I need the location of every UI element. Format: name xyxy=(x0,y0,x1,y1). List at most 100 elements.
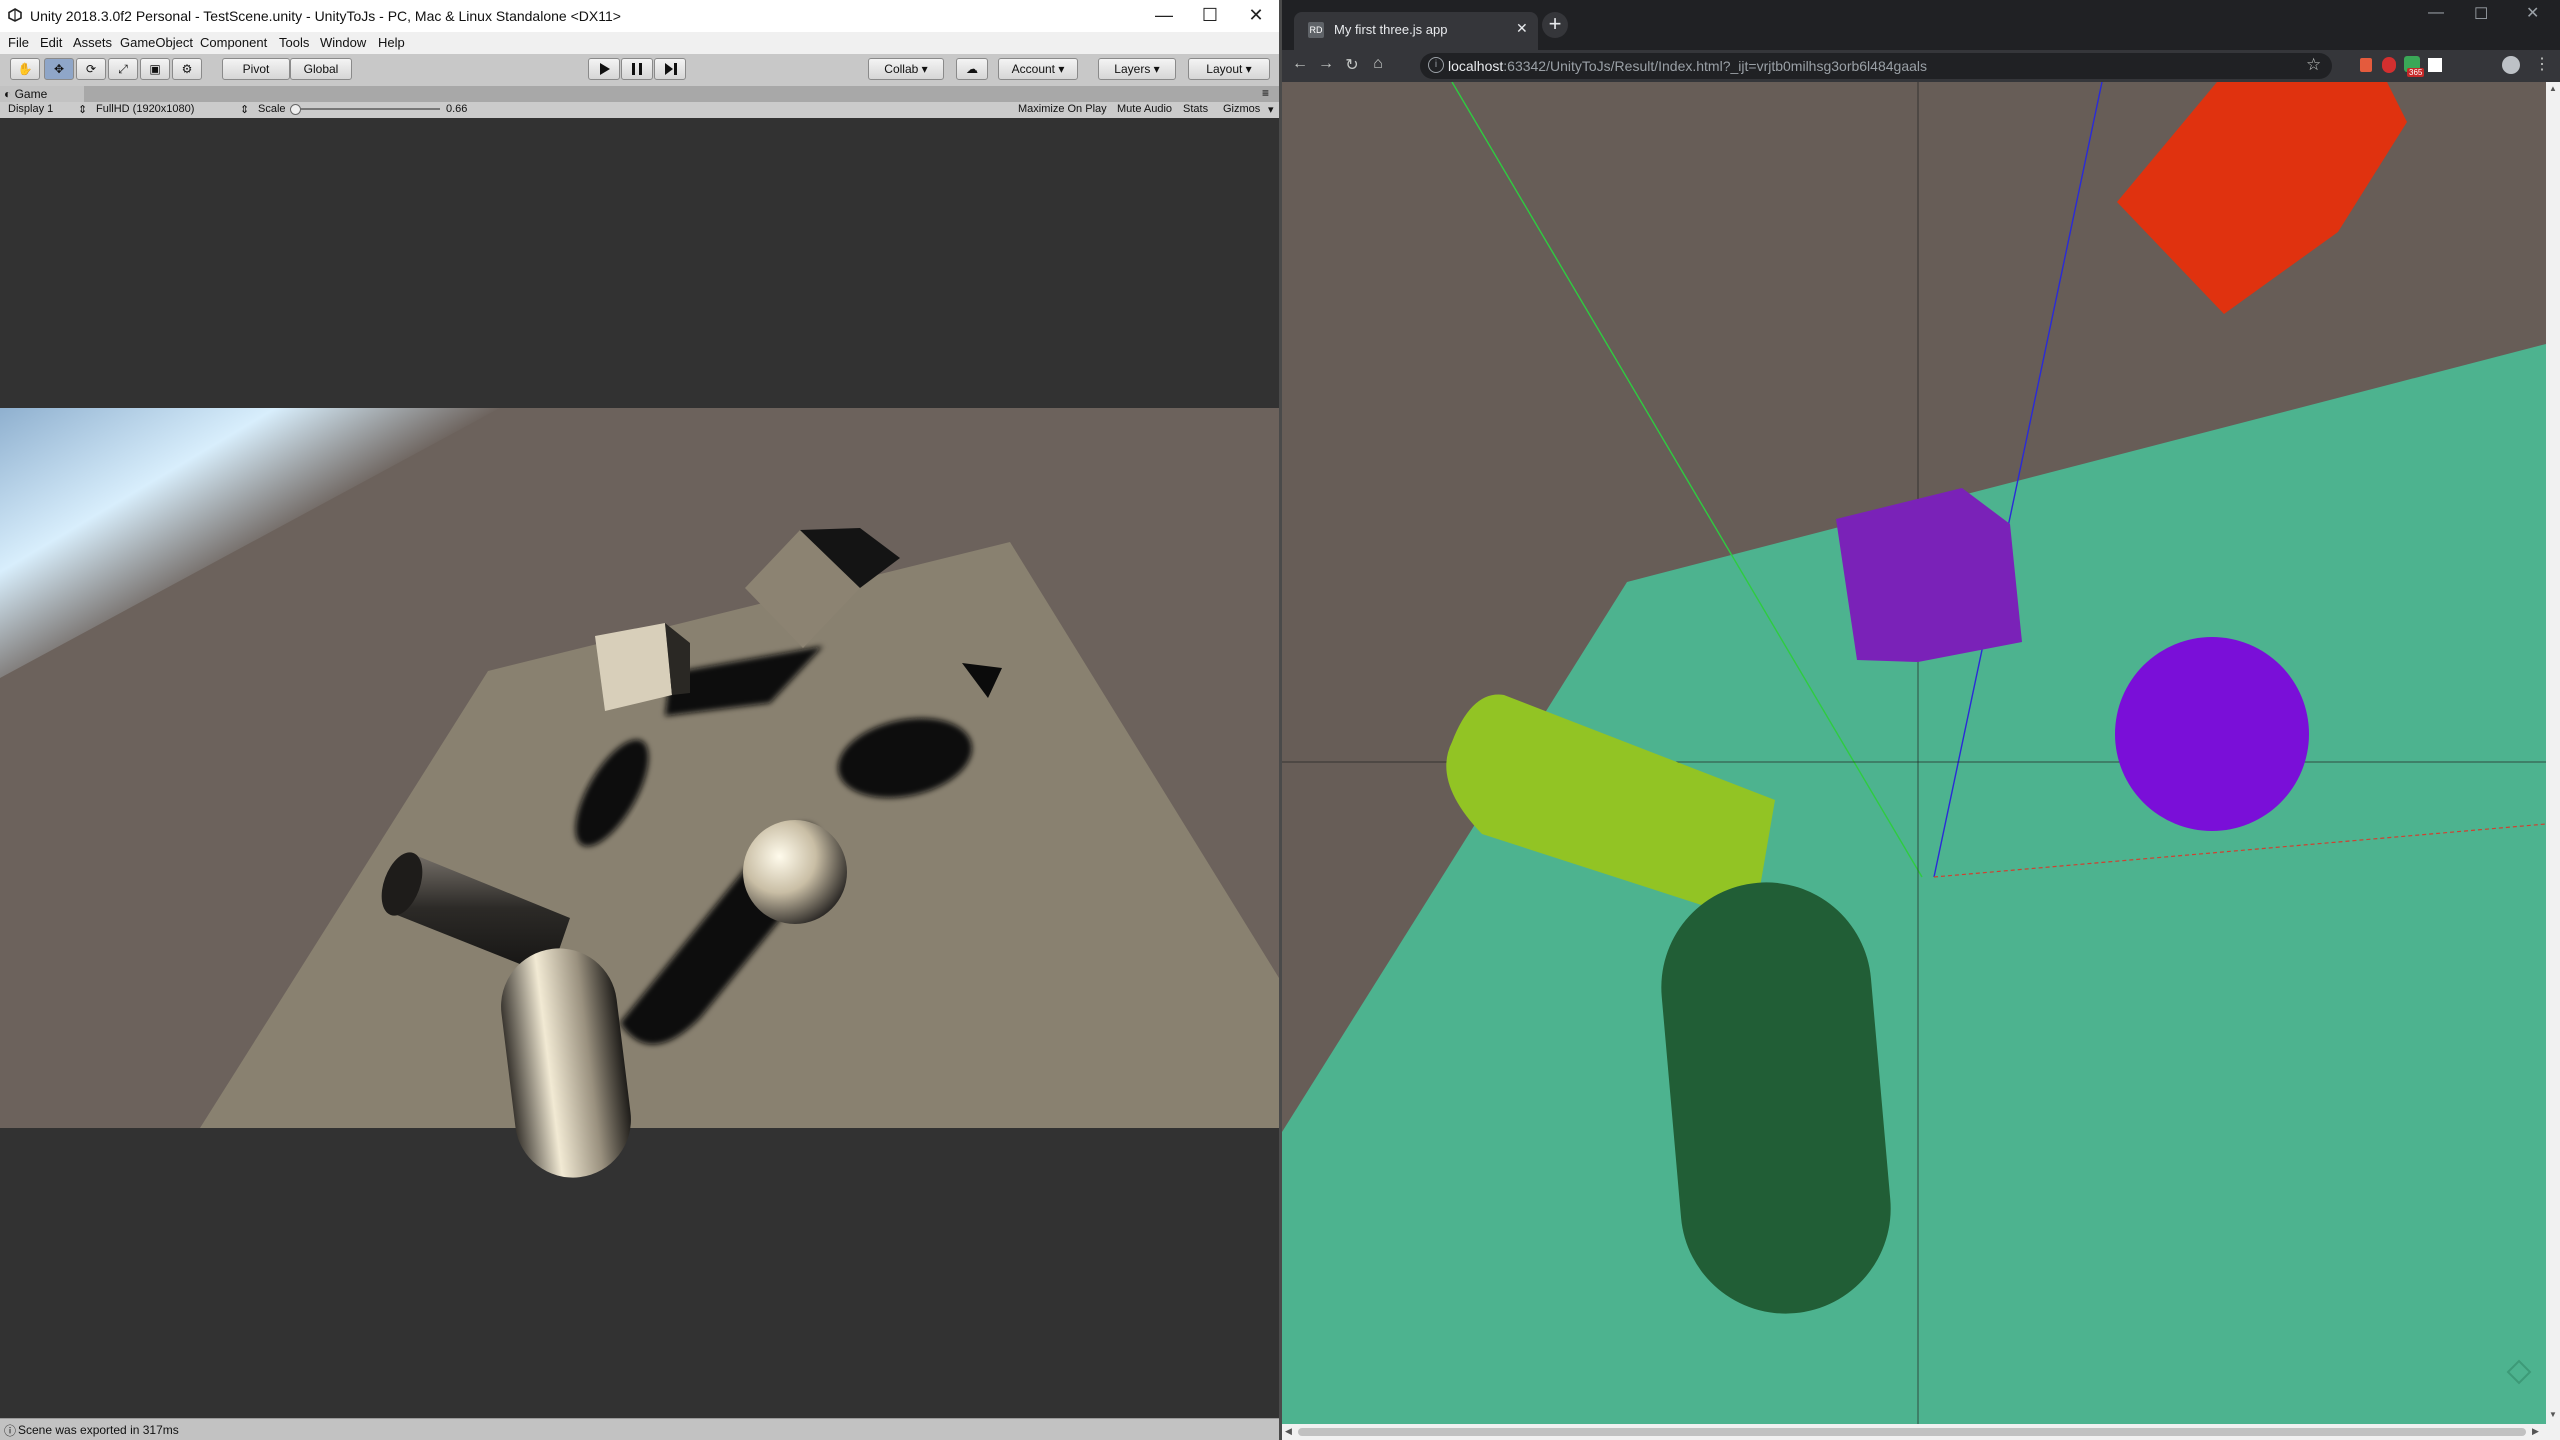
game-view-toolbar: Display 1 ⇕ FullHD (1920x1080) ⇕ Scale 0… xyxy=(0,102,1279,119)
scale-slider-track[interactable] xyxy=(290,108,440,110)
menu-assets[interactable]: Assets xyxy=(73,35,112,50)
stats-toggle[interactable]: Stats xyxy=(1183,103,1208,115)
chrome-browser-window: RD My first three.js app ✕ + — ☐ ✕ ← → ↻… xyxy=(1282,0,2560,1440)
layout-dropdown[interactable]: Layout ▾ xyxy=(1188,58,1270,80)
game-tab-label: Game xyxy=(14,87,48,101)
back-icon[interactable]: ← xyxy=(1290,55,1310,73)
home-icon[interactable]: ⌂ xyxy=(1368,55,1388,73)
rotate-tool-button[interactable]: ⟳ xyxy=(76,58,106,80)
unity-toolbar: ✋ ✥ ⟳ ⤢ ▣ ⚙ Pivot Global Collab ▾ ☁ Acco… xyxy=(0,54,1279,87)
step-button[interactable] xyxy=(654,58,686,80)
scale-tool-button[interactable]: ⤢ xyxy=(108,58,138,80)
browser-menu-icon[interactable]: ⋮ xyxy=(2534,54,2550,74)
threejs-canvas[interactable] xyxy=(1282,82,2546,1424)
vertical-scrollbar[interactable]: ▲ ▼ xyxy=(2546,82,2560,1424)
cloud-button[interactable]: ☁ xyxy=(956,58,988,80)
tab-title: My first three.js app xyxy=(1334,22,1448,37)
menu-help[interactable]: Help xyxy=(378,35,405,50)
game-view[interactable] xyxy=(0,118,1279,1418)
profile-avatar[interactable] xyxy=(2502,56,2520,74)
hand-tool-button[interactable]: ✋ xyxy=(10,58,40,80)
global-label: Global xyxy=(303,62,339,76)
sphere xyxy=(743,820,847,924)
scroll-left-arrow-icon[interactable]: ◀ xyxy=(1285,1426,1292,1437)
play-icon xyxy=(600,63,610,75)
scroll-up-arrow-icon[interactable]: ▲ xyxy=(2549,84,2557,93)
gizmos-dropdown-arrow: ▾ xyxy=(1268,104,1274,116)
resolution-dropdown[interactable]: FullHD (1920x1080) xyxy=(96,103,194,115)
purple-sphere xyxy=(2115,637,2309,831)
global-button[interactable]: Global xyxy=(290,58,352,80)
game-tab-bar: ◐ Game ≡ xyxy=(0,86,1279,102)
browser-tab-strip: RD My first three.js app ✕ + — ☐ ✕ xyxy=(1282,0,2560,50)
horizontal-scrollbar[interactable]: ◀ ▶ xyxy=(1282,1424,2560,1440)
tab-menu-icon[interactable]: ≡ xyxy=(1262,86,1269,100)
close-button[interactable]: ✕ xyxy=(1233,0,1279,32)
browser-close-button[interactable]: ✕ xyxy=(2526,3,2539,23)
extension-white-icon[interactable] xyxy=(2428,58,2442,72)
gizmos-dropdown[interactable]: Gizmos xyxy=(1223,103,1260,115)
mute-audio-toggle[interactable]: Mute Audio xyxy=(1117,103,1172,115)
game-tab[interactable]: ◐ Game xyxy=(0,86,84,102)
bookmark-star-icon[interactable]: ☆ xyxy=(2306,55,2321,75)
menu-edit[interactable]: Edit xyxy=(40,35,62,50)
status-info-icon: ⓘ xyxy=(4,1424,17,1438)
account-dropdown[interactable]: Account ▾ xyxy=(998,58,1078,80)
display-dropdown-arrow: ⇕ xyxy=(78,104,88,116)
move-tool-button[interactable]: ✥ xyxy=(44,58,74,80)
play-button[interactable] xyxy=(588,58,620,80)
info-icon[interactable]: i xyxy=(1428,57,1444,73)
display-dropdown[interactable]: Display 1 xyxy=(8,103,53,115)
url-path: :63342/UnityToJs/Result/Index.html?_ijt=… xyxy=(1503,58,1927,74)
extension-badge: 365 xyxy=(2407,68,2425,77)
resolution-dropdown-arrow: ⇕ xyxy=(240,104,250,116)
scroll-down-arrow-icon[interactable]: ▼ xyxy=(2549,1410,2557,1419)
layers-dropdown[interactable]: Layers ▾ xyxy=(1098,58,1176,80)
maximize-button[interactable]: ☐ xyxy=(1187,0,1233,32)
browser-maximize-button[interactable]: ☐ xyxy=(2474,4,2488,24)
minimize-button[interactable]: — xyxy=(1141,0,1187,32)
threejs-scene xyxy=(1282,82,2546,1424)
cloud-icon: ☁ xyxy=(966,62,978,76)
menu-tools[interactable]: Tools xyxy=(279,35,309,50)
game-viewport xyxy=(0,408,1279,1178)
unity-editor-window: Unity 2018.3.0f2 Personal - TestScene.un… xyxy=(0,0,1279,1440)
rect-tool-button[interactable]: ▣ xyxy=(140,58,170,80)
status-message: Scene was exported in 317ms xyxy=(18,1423,179,1437)
collab-dropdown[interactable]: Collab ▾ xyxy=(868,58,944,80)
tab-close-icon[interactable]: ✕ xyxy=(1516,20,1528,37)
maximize-on-play-toggle[interactable]: Maximize On Play xyxy=(1018,103,1107,115)
extension-office-icon[interactable] xyxy=(2360,58,2372,72)
transform-tool-button[interactable]: ⚙ xyxy=(172,58,202,80)
step-icon xyxy=(665,63,677,75)
browser-toolbar: ← → ↻ ⌂ i localhost:63342/UnityToJs/Resu… xyxy=(1282,50,2560,82)
pivot-button[interactable]: Pivot xyxy=(222,58,290,80)
new-tab-button[interactable]: + xyxy=(1542,12,1568,38)
unity-menu-bar: File Edit Assets GameObject Component To… xyxy=(0,32,1279,54)
pause-button[interactable] xyxy=(621,58,653,80)
reload-icon[interactable]: ↻ xyxy=(1342,55,1362,75)
extension-shield-icon[interactable] xyxy=(2382,57,2396,73)
account-label: Account xyxy=(1011,62,1055,76)
unity-title-bar: Unity 2018.3.0f2 Personal - TestScene.un… xyxy=(0,0,1279,32)
url-host: localhost xyxy=(1448,58,1504,74)
browser-tab[interactable]: RD My first three.js app ✕ xyxy=(1294,12,1538,50)
layout-label: Layout xyxy=(1206,62,1243,76)
unity-status-bar: ⓘ Scene was exported in 317ms xyxy=(0,1418,1279,1440)
address-url: localhost:63342/UnityToJs/Result/Index.h… xyxy=(1448,58,1927,74)
layers-label: Layers xyxy=(1114,62,1151,76)
tab-favicon-icon: RD xyxy=(1308,22,1324,38)
pause-icon xyxy=(632,63,642,75)
scale-slider-thumb[interactable] xyxy=(290,104,301,115)
menu-gameobject[interactable]: GameObject xyxy=(120,35,193,50)
scroll-right-arrow-icon[interactable]: ▶ xyxy=(2532,1426,2539,1437)
forward-icon[interactable]: → xyxy=(1316,55,1336,73)
purple-cube xyxy=(1836,488,2022,662)
horizontal-scroll-thumb[interactable] xyxy=(1298,1428,2526,1436)
unity-logo-icon xyxy=(8,8,22,22)
browser-minimize-button[interactable]: — xyxy=(2428,4,2444,22)
menu-window[interactable]: Window xyxy=(320,35,366,50)
menu-component[interactable]: Component xyxy=(200,35,267,50)
menu-file[interactable]: File xyxy=(8,35,29,50)
address-bar[interactable]: i localhost:63342/UnityToJs/Result/Index… xyxy=(1420,53,2332,79)
